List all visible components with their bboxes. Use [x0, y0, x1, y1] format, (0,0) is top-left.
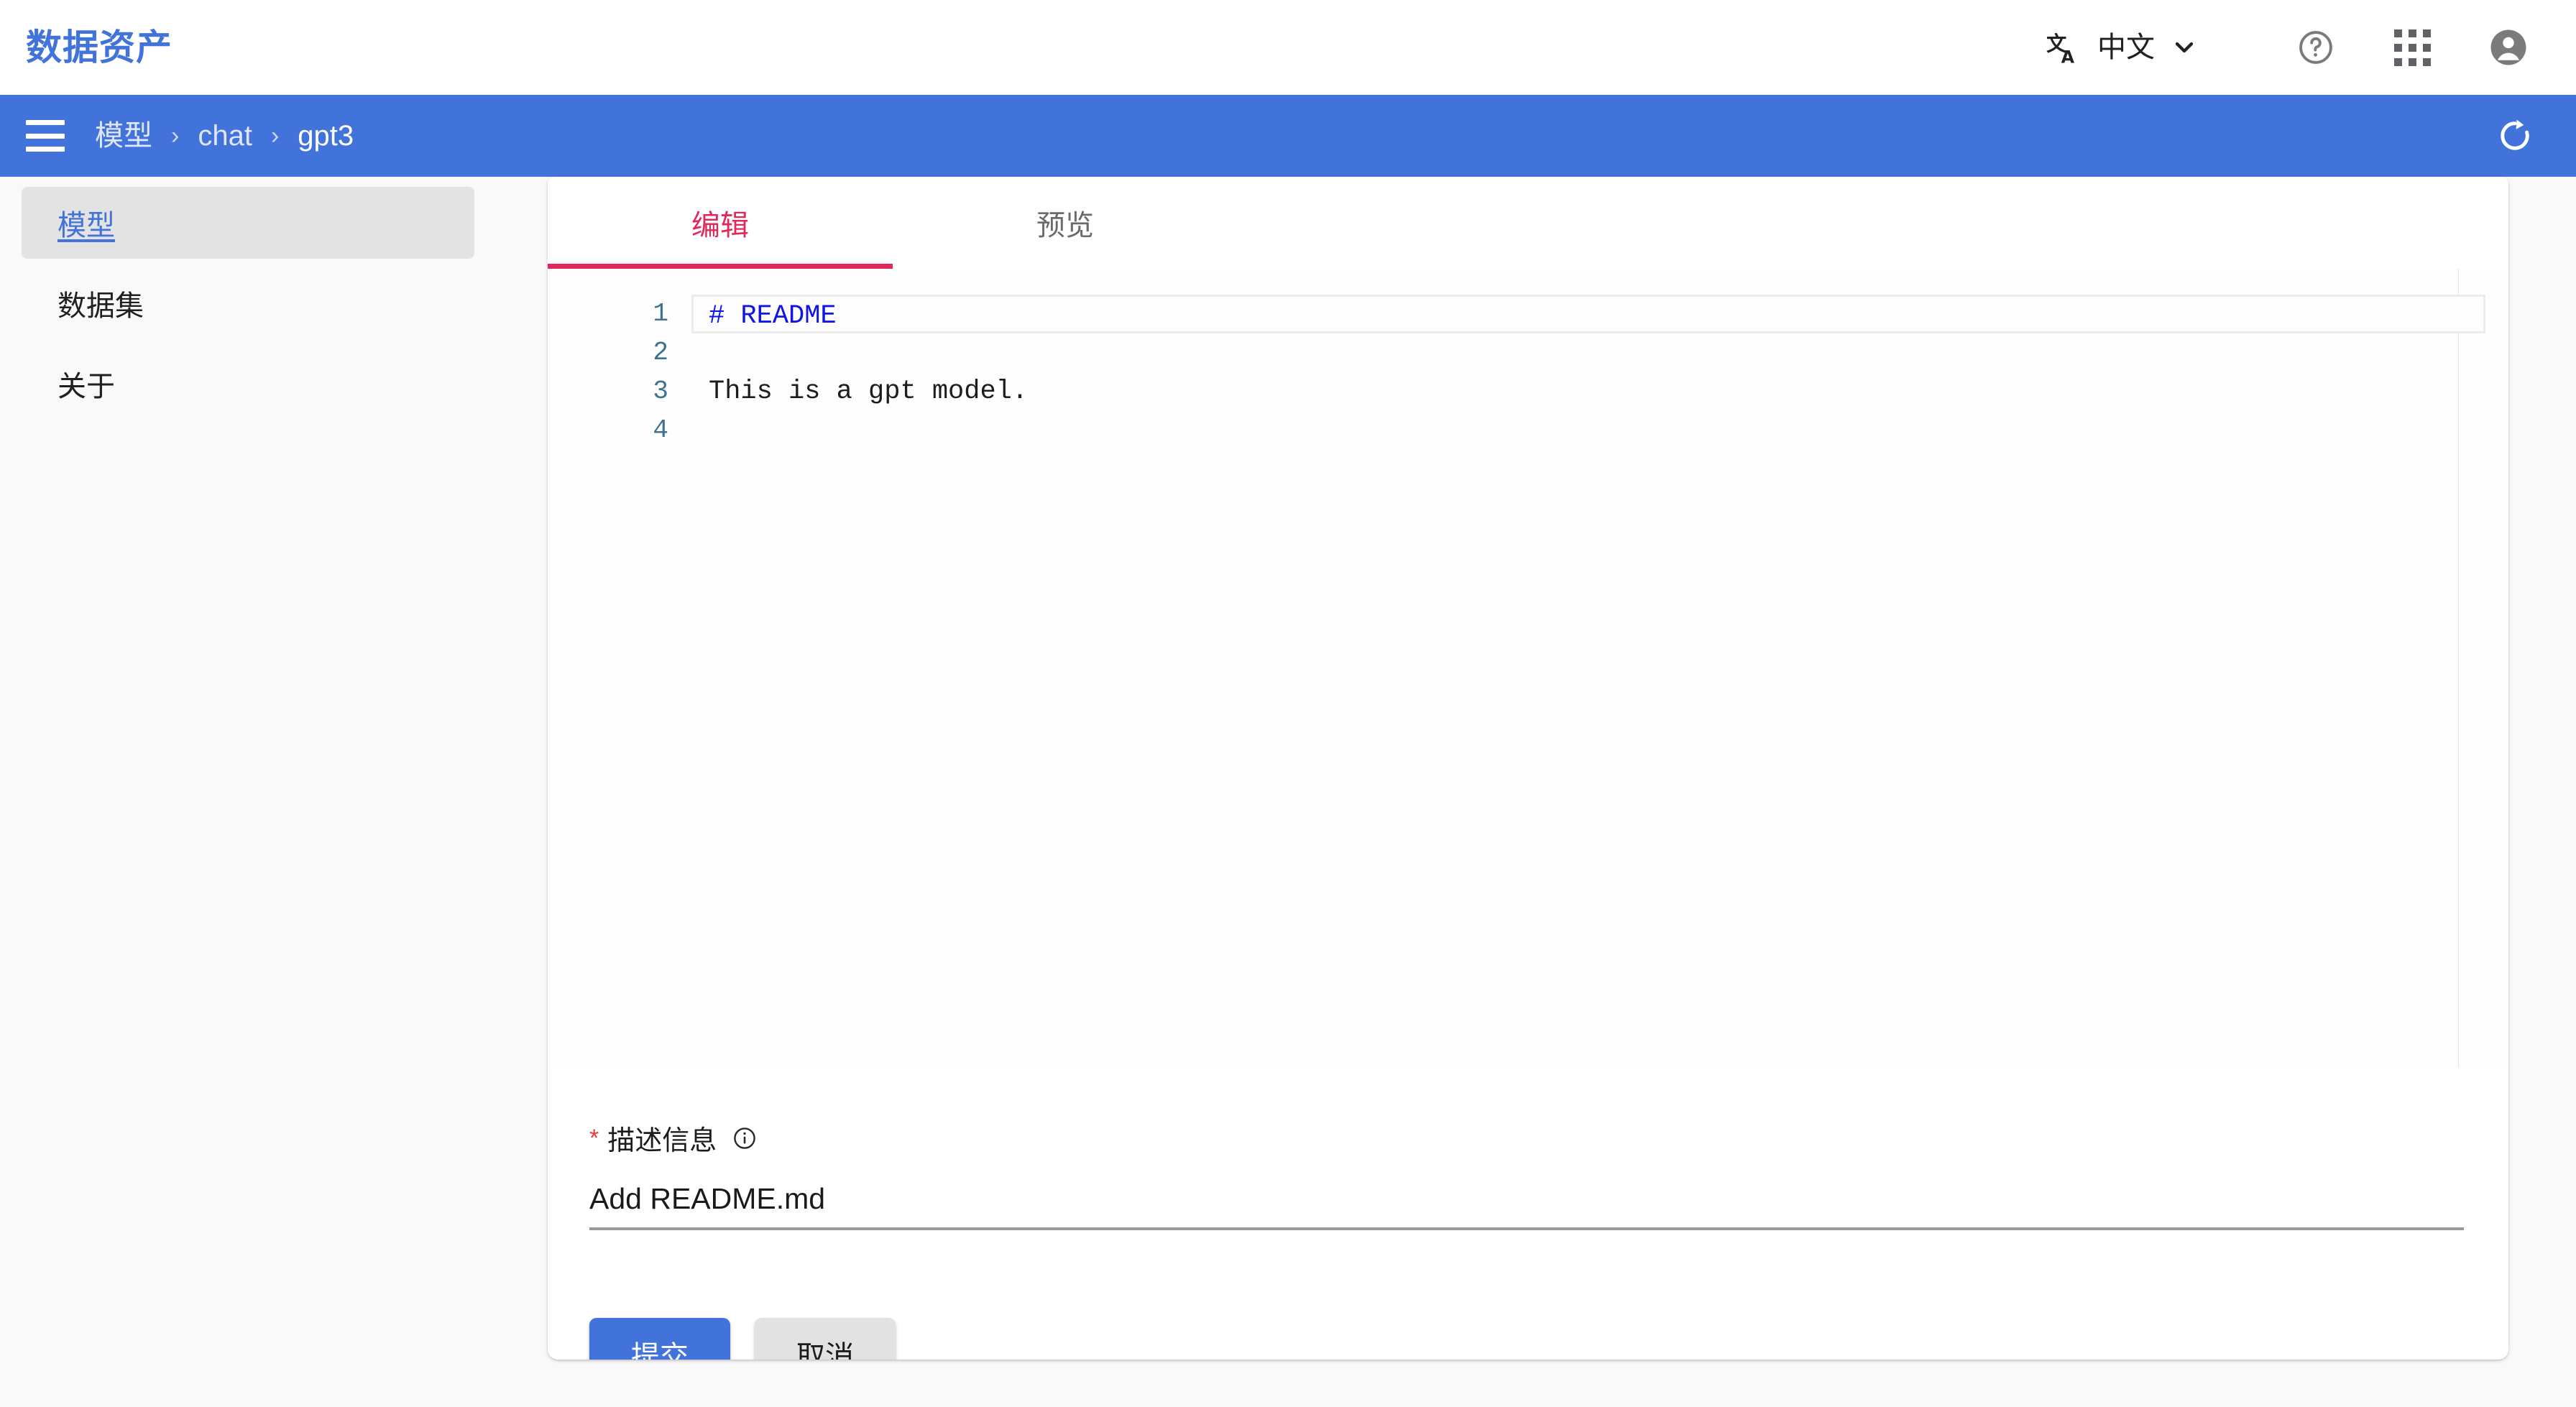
translate-icon: 文 A [2044, 27, 2084, 68]
info-circle-icon[interactable] [732, 1126, 757, 1150]
description-form: * 描述信息 提交 取消 [548, 1068, 2508, 1360]
line-number: 2 [653, 338, 668, 367]
markdown-code-editor[interactable]: 1 # README 2 3 This is a gpt model. 4 [548, 269, 2508, 1068]
submit-button[interactable]: 提交 [589, 1318, 730, 1360]
editor-tabs: 编辑 预览 [548, 177, 2508, 269]
main-content: 编辑 预览 1 # README 2 3 This is a gpt model… [548, 177, 2576, 1407]
app-header: 数据资产 文 A 中文 [0, 0, 2576, 95]
breadcrumb-separator-2: › [270, 122, 280, 149]
account-circle-icon[interactable] [2488, 27, 2529, 68]
hamburger-menu-icon[interactable] [26, 120, 65, 152]
app-brand-title: 数据资产 [26, 27, 172, 68]
cancel-button[interactable]: 取消 [755, 1318, 896, 1360]
sidebar-item-about[interactable]: 关于 [22, 348, 474, 420]
sidebar-item-label: 模型 [58, 210, 115, 241]
sidebar: 模型 数据集 关于 [0, 177, 548, 1407]
tab-preview-label: 预览 [1036, 210, 1094, 241]
tab-preview[interactable]: 预览 [893, 177, 1238, 269]
apps-grid-icon[interactable] [2392, 27, 2432, 68]
required-marker: * [589, 1124, 599, 1152]
editor-line[interactable]: 4 [548, 411, 2508, 450]
language-selector[interactable]: 文 A 中文 [2044, 27, 2201, 68]
breadcrumb: 模型 › chat › gpt3 [95, 121, 354, 150]
editor-lines: 1 # README 2 3 This is a gpt model. 4 [548, 269, 2508, 450]
breadcrumb-item-2[interactable]: chat [198, 121, 252, 150]
breadcrumb-bar: 模型 › chat › gpt3 [0, 95, 2576, 177]
markdown-heading-text: # README [709, 301, 837, 331]
line-number: 3 [653, 377, 668, 406]
refresh-icon[interactable] [2494, 115, 2536, 157]
breadcrumb-separator-1: › [171, 122, 180, 149]
editor-line[interactable]: 1 # README [548, 295, 2508, 333]
sidebar-item-models[interactable]: 模型 [22, 187, 474, 259]
readme-editor-card: 编辑 预览 1 # README 2 3 This is a gpt model… [548, 177, 2508, 1360]
tab-edit-label: 编辑 [691, 210, 749, 241]
sidebar-item-datasets[interactable]: 数据集 [22, 267, 474, 339]
description-input[interactable] [589, 1182, 2464, 1230]
breadcrumb-item-1[interactable]: 模型 [95, 121, 152, 150]
breadcrumb-item-3[interactable]: gpt3 [298, 121, 354, 150]
sidebar-item-label: 数据集 [58, 290, 144, 322]
line-content[interactable]: This is a gpt model. [691, 372, 2508, 411]
editor-line[interactable]: 2 [548, 333, 2508, 372]
line-number: 1 [653, 299, 668, 328]
description-label: * 描述信息 [589, 1118, 2464, 1158]
line-number: 4 [653, 415, 668, 445]
header-actions: 文 A 中文 [2044, 27, 2529, 68]
help-circle-icon[interactable] [2296, 27, 2336, 68]
page-body: 模型 数据集 关于 编辑 预览 1 # README 2 3 This is a… [0, 177, 2576, 1407]
tab-edit[interactable]: 编辑 [548, 177, 893, 269]
line-content[interactable]: # README [691, 295, 2485, 333]
sidebar-item-label: 关于 [58, 371, 115, 402]
editor-line[interactable]: 3 This is a gpt model. [548, 372, 2508, 411]
svg-text:A: A [2061, 47, 2075, 66]
language-label: 中文 [2097, 32, 2155, 63]
chevron-down-icon[interactable] [2168, 31, 2201, 64]
form-actions: 提交 取消 [589, 1318, 2464, 1360]
description-label-text: 描述信息 [607, 1126, 717, 1156]
apps-grid-dots [2393, 29, 2431, 66]
